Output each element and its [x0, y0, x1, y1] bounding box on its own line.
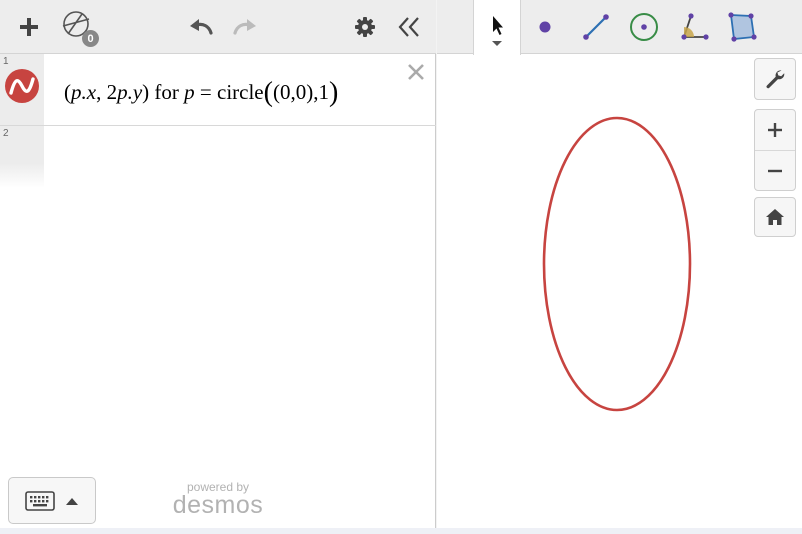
zoom-out-button[interactable]: [755, 151, 795, 191]
geometry-toolbar: [437, 0, 802, 55]
desmos-wordmark: desmos: [172, 491, 264, 519]
p-x-term: p.x: [71, 80, 97, 104]
expression-index: 1: [3, 56, 9, 67]
graph-panel: [437, 0, 802, 528]
shapes-count-badge: 0: [82, 30, 99, 47]
segment-tool[interactable]: [577, 0, 615, 54]
expression-list: 1 (p.x, 2p.y) for p = circle((0,0),1) 2: [0, 54, 436, 188]
segment-icon: [583, 14, 609, 40]
coefficient: 2: [106, 80, 118, 104]
default-viewport-button[interactable]: [754, 197, 796, 237]
zoom-out-icon: [768, 169, 782, 173]
circle-tool[interactable]: [625, 0, 663, 54]
circle-icon: [630, 13, 658, 41]
double-chevron-left-icon[interactable]: [394, 14, 424, 40]
expression-row-empty[interactable]: 2: [0, 126, 436, 188]
keyboard-toggle-button[interactable]: [8, 477, 96, 524]
radius-value: 1: [318, 80, 329, 104]
expression-panel: 0 1 (p.x, 2p.y) for p = circle((0,0),1) …: [0, 0, 436, 528]
polygon-tool[interactable]: [723, 0, 761, 54]
curve-style-icon[interactable]: [5, 69, 39, 103]
home-icon: [766, 209, 784, 225]
delete-expression-icon[interactable]: [404, 60, 428, 84]
gear-icon[interactable]: [352, 14, 378, 40]
comma-separator: ,: [96, 80, 107, 104]
pointer-tool[interactable]: [473, 0, 521, 55]
bottom-strip: [0, 528, 802, 534]
expression-gutter: 1: [0, 54, 44, 125]
zoom-in-button[interactable]: [755, 110, 795, 150]
graph-canvas[interactable]: [437, 54, 802, 528]
angle-icon: [681, 13, 709, 40]
keyboard-icon: [25, 490, 55, 511]
expression-index: 2: [3, 128, 9, 139]
for-keyword: for: [149, 80, 185, 104]
center-point: (0,0): [272, 80, 314, 104]
big-paren-close: ): [328, 77, 339, 108]
expression-math-input[interactable]: (p.x, 2p.y) for p = circle((0,0),1): [64, 75, 339, 108]
paren-open: (: [64, 80, 71, 104]
plus-icon[interactable]: [16, 14, 42, 40]
powered-by-logo[interactable]: powered by desmos: [172, 480, 264, 520]
redo-arrow-icon[interactable]: [230, 14, 260, 40]
zoom-in-icon: [768, 123, 782, 137]
expression-toolbar: 0: [0, 0, 436, 54]
equals-sign: =: [194, 80, 217, 104]
expression-gutter: 2: [0, 126, 44, 188]
angle-tool[interactable]: [675, 0, 713, 54]
parametric-ellipse-curve[interactable]: [542, 116, 692, 412]
point-tool[interactable]: [529, 0, 561, 54]
big-paren-open: (: [263, 77, 273, 108]
pointer-arrow-icon: [492, 15, 503, 46]
wrench-icon: [766, 70, 785, 89]
circle-function: circle: [217, 80, 264, 104]
caret-up-icon: [66, 497, 78, 505]
graph-settings-button[interactable]: [754, 58, 796, 100]
zoom-controls: [754, 109, 796, 191]
point-icon: [539, 21, 551, 33]
expression-row[interactable]: 1 (p.x, 2p.y) for p = circle((0,0),1): [0, 54, 436, 126]
p-y-term: p.y: [117, 80, 143, 104]
variable-p: p: [184, 80, 195, 104]
polygon-icon: [728, 12, 757, 42]
undo-arrow-icon[interactable]: [186, 14, 216, 40]
